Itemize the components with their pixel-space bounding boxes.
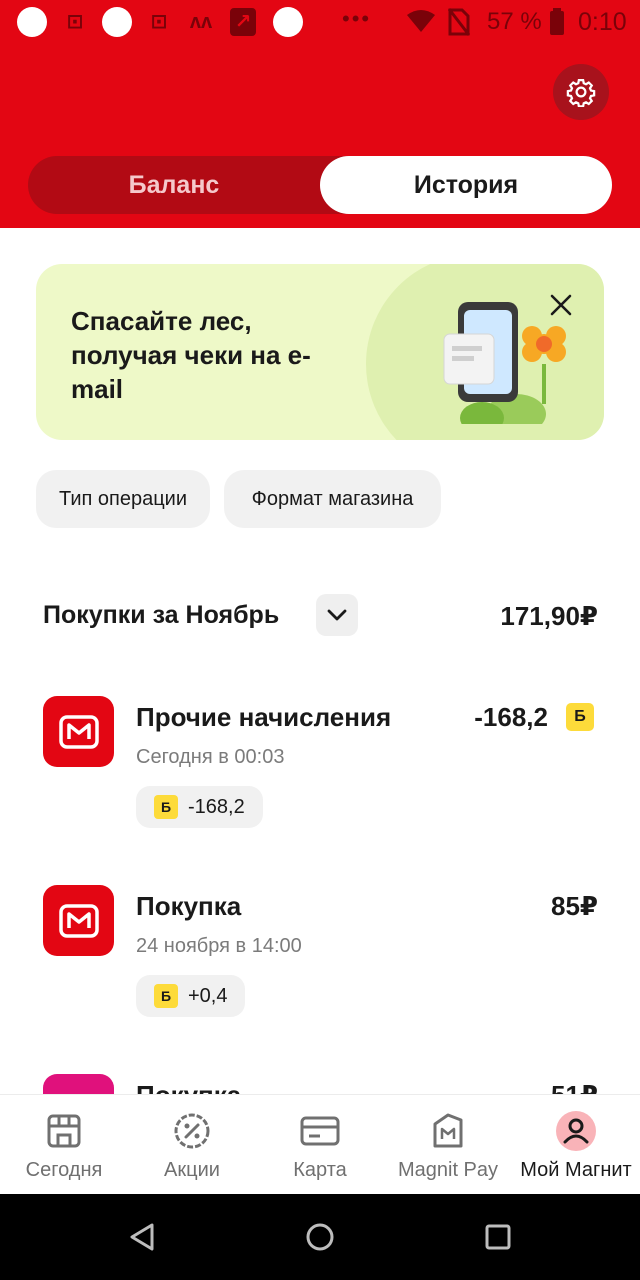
section-total: 171,90₽ <box>500 601 598 631</box>
magnit-logo-icon <box>43 696 114 767</box>
section-title: Покупки за Ноябрь <box>43 601 280 629</box>
promo-text: Спасайте лес, получая чеки на e-mail <box>71 306 311 404</box>
tab-card[interactable]: Карта <box>256 1095 384 1195</box>
transaction-title: Покупка <box>136 891 242 921</box>
system-navigation-bar <box>0 1194 640 1280</box>
gear-icon <box>566 79 596 107</box>
header: Баланс История <box>0 46 640 228</box>
bonus-icon: Б <box>154 984 178 1008</box>
chart-notification-icon: ↗ <box>230 8 256 36</box>
magnit-cosmetic-logo-icon <box>43 1074 114 1094</box>
transaction-title: Покупка <box>136 1080 241 1094</box>
bottom-tab-bar: Сегодня Акции Карта Magnit Pay Мой Магни… <box>0 1094 640 1194</box>
balance-history-switch: Баланс История <box>28 156 612 214</box>
tab-history[interactable]: История <box>320 156 612 214</box>
email-receipts-promo[interactable]: Спасайте лес, получая чеки на e-mail <box>36 264 604 440</box>
tab-balance[interactable]: Баланс <box>28 156 320 214</box>
notification-app-icon <box>102 7 132 37</box>
transaction-row[interactable]: Покупка 51₽ <box>0 1060 640 1094</box>
battery-percent: 57 % <box>487 8 542 35</box>
bonus-change-pill: Б -168,2 <box>136 786 263 828</box>
settings-button[interactable] <box>553 64 609 120</box>
battery-icon <box>549 8 565 43</box>
bonus-change-pill: Б +0,4 <box>136 975 246 1017</box>
discount-icon <box>172 1111 212 1151</box>
magnit-notification-icon: ⊡ <box>66 11 84 33</box>
transaction-amount: -168,2 <box>474 702 548 732</box>
tab-promotions[interactable]: Акции <box>128 1095 256 1195</box>
home-icon[interactable] <box>305 1222 335 1252</box>
chevron-down-icon <box>327 609 347 621</box>
bonus-change-value: -168,2 <box>188 795 245 818</box>
magnit-pay-icon <box>428 1111 468 1151</box>
notification-app-icon <box>273 7 303 37</box>
no-sim-icon <box>447 8 471 43</box>
card-icon <box>300 1111 340 1151</box>
notification-app-icon <box>17 7 47 37</box>
bars-notification-icon: ʌʌ <box>189 11 213 33</box>
transaction-amount: 51₽ <box>551 1080 598 1094</box>
profile-icon <box>556 1111 596 1151</box>
tab-label: Мой Магнит <box>520 1159 632 1181</box>
tab-today[interactable]: Сегодня <box>0 1095 128 1195</box>
section-expand-button[interactable] <box>316 594 358 636</box>
close-icon[interactable] <box>548 292 574 318</box>
magnit-notification-icon: ⊡ <box>150 11 168 33</box>
tab-my-magnit[interactable]: Мой Магнит <box>512 1095 640 1195</box>
bonus-icon: Б <box>566 703 594 731</box>
status-bar: ⊡ ⊡ ʌʌ ↗ ••• 57 % 0:10 <box>0 0 640 46</box>
bonus-icon: Б <box>154 795 178 819</box>
clock: 0:10 <box>578 8 627 36</box>
phone-receipt-flower-illustration <box>443 302 566 424</box>
tab-label: Карта <box>293 1159 347 1181</box>
back-icon[interactable] <box>128 1222 156 1252</box>
transaction-date: Сегодня в 00:03 <box>136 746 285 768</box>
filter-store-format[interactable]: Формат магазина <box>224 470 441 528</box>
more-notifications-icon: ••• <box>342 6 372 31</box>
tab-magnit-pay[interactable]: Magnit Pay <box>384 1095 512 1195</box>
filter-operation-type[interactable]: Тип операции <box>36 470 210 528</box>
transaction-amount: 85₽ <box>550 891 598 921</box>
transaction-date: 24 ноября в 14:00 <box>136 935 302 957</box>
bonus-change-value: +0,4 <box>188 984 228 1007</box>
magnit-logo-icon <box>43 885 114 956</box>
tab-label: Magnit Pay <box>397 1159 499 1181</box>
wifi-icon <box>406 8 436 41</box>
tab-label: Акции <box>164 1159 220 1181</box>
recent-apps-icon[interactable] <box>485 1224 511 1250</box>
transaction-title: Прочие начисления <box>136 702 392 732</box>
store-icon <box>44 1111 84 1151</box>
